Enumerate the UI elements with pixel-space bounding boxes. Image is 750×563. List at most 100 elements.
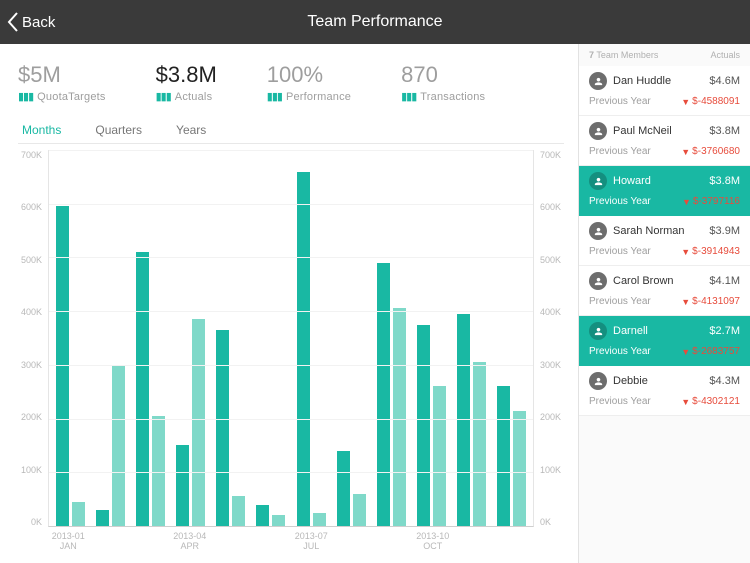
x-tick — [332, 527, 373, 551]
mini-bars-icon: ▮▮▮ — [18, 90, 33, 103]
tab-months[interactable]: Months — [22, 123, 61, 137]
member-row[interactable]: Paul McNeil$3.8MPrevious Year▼$-3760680 — [579, 116, 750, 166]
previous-year-label: Previous Year — [589, 296, 651, 307]
mini-bars-icon: ▮▮▮ — [156, 90, 171, 103]
kpi-value: $3.8M — [156, 62, 217, 88]
y-tick: 0K — [540, 517, 564, 527]
bar-group — [131, 150, 169, 526]
bar-previous[interactable] — [272, 515, 285, 526]
member-row[interactable]: Sarah Norman$3.9MPrevious Year▼$-3914943 — [579, 216, 750, 266]
bar-previous[interactable] — [232, 496, 245, 526]
gridline — [49, 365, 533, 366]
bar-actuals[interactable] — [337, 451, 350, 526]
member-value: $4.6M — [709, 75, 740, 87]
bar-group — [212, 150, 250, 526]
team-count-number: 7 — [589, 50, 594, 60]
bar-group — [172, 150, 210, 526]
bar-previous[interactable] — [433, 386, 446, 526]
tab-quarters[interactable]: Quarters — [95, 123, 142, 137]
x-tick — [89, 527, 130, 551]
sidebar-right-heading: Actuals — [710, 50, 740, 60]
y-tick: 300K — [540, 360, 564, 370]
bar-previous[interactable] — [72, 502, 85, 526]
kpi-actuals[interactable]: $3.8M ▮▮▮Actuals — [156, 62, 217, 103]
previous-year-label: Previous Year — [589, 396, 651, 407]
kpi-label: ▮▮▮QuotaTargets — [18, 90, 106, 103]
back-button[interactable]: Back — [6, 0, 55, 44]
bar-actuals[interactable] — [457, 314, 470, 526]
kpi-performance[interactable]: 100% ▮▮▮Performance — [267, 62, 351, 103]
down-triangle-icon: ▼ — [681, 97, 690, 107]
range-tabs: Months Quarters Years — [18, 121, 564, 144]
member-row[interactable]: Debbie$4.3MPrevious Year▼$-4302121 — [579, 366, 750, 416]
previous-year-label: Previous Year — [589, 346, 651, 357]
bar-previous[interactable] — [313, 513, 326, 526]
y-tick: 200K — [540, 412, 564, 422]
bar-group — [372, 150, 410, 526]
member-delta: ▼$-3797116 — [682, 196, 740, 207]
member-delta: ▼$-2683757 — [681, 346, 740, 357]
bars-container — [49, 150, 533, 526]
kpi-value: $5M — [18, 62, 106, 88]
gridline — [49, 204, 533, 205]
bar-previous[interactable] — [112, 365, 125, 526]
kpi-transactions[interactable]: 870▮▮▮Transactions — [401, 62, 485, 103]
previous-year-label: Previous Year — [589, 96, 651, 107]
kpi-label: ▮▮▮Actuals — [156, 90, 217, 103]
bar-previous[interactable] — [513, 411, 526, 526]
y-tick: 300K — [18, 360, 42, 370]
y-tick: 0K — [18, 517, 42, 527]
bar-previous[interactable] — [192, 319, 205, 526]
bar-previous[interactable] — [393, 308, 406, 526]
bar-actuals[interactable] — [96, 510, 109, 526]
previous-year-label: Previous Year — [589, 246, 651, 257]
member-value: $2.7M — [709, 325, 740, 337]
bar-previous[interactable] — [473, 362, 486, 526]
bar-group — [493, 150, 531, 526]
y-tick: 200K — [18, 412, 42, 422]
bar-group — [413, 150, 451, 526]
member-name: Carol Brown — [613, 275, 674, 287]
kpi-value: 100% — [267, 62, 351, 88]
bar-actuals[interactable] — [176, 445, 189, 526]
member-row[interactable]: Howard$3.8MPrevious Year▼$-3797116 — [579, 166, 750, 216]
gridline — [49, 257, 533, 258]
avatar-icon — [589, 272, 607, 290]
x-tick — [251, 527, 292, 551]
y-tick: 400K — [18, 307, 42, 317]
member-name: Howard — [613, 175, 651, 187]
bar-actuals[interactable] — [417, 325, 430, 526]
y-axis-left: 700K600K500K400K300K200K100K0K — [18, 150, 48, 527]
avatar-icon — [589, 122, 607, 140]
bar-actuals[interactable] — [56, 206, 69, 526]
x-tick: 2013-04 APR — [170, 527, 211, 551]
chart-area: 700K600K500K400K300K200K100K0K 700K600K5… — [18, 150, 564, 527]
bar-actuals[interactable] — [256, 505, 269, 526]
y-tick: 400K — [540, 307, 564, 317]
bar-actuals[interactable] — [216, 330, 229, 526]
bar-group — [292, 150, 330, 526]
kpi-label: ▮▮▮Performance — [267, 90, 351, 103]
kpi-quotatargets[interactable]: $5M ▮▮▮QuotaTargets — [18, 62, 106, 103]
down-triangle-icon: ▼ — [681, 347, 690, 357]
x-tick — [494, 527, 535, 551]
member-row[interactable]: Dan Huddle$4.6MPrevious Year▼$-4588091 — [579, 66, 750, 116]
bar-previous[interactable] — [353, 494, 366, 526]
tab-years[interactable]: Years — [176, 123, 206, 137]
mini-bars-icon: ▮▮▮ — [267, 90, 282, 103]
kpi-row: $5M ▮▮▮QuotaTargets $3.8M ▮▮▮Actuals 100% ▮▮▮… — [18, 58, 564, 121]
y-tick: 700K — [540, 150, 564, 160]
chart-plot — [48, 150, 534, 527]
member-row[interactable]: Darnell$2.7MPrevious Year▼$-2683757 — [579, 316, 750, 366]
gridline — [49, 419, 533, 420]
member-value: $3.8M — [709, 175, 740, 187]
bar-previous[interactable] — [152, 416, 165, 526]
member-delta: ▼$-4131097 — [681, 296, 740, 307]
member-row[interactable]: Carol Brown$4.1MPrevious Year▼$-4131097 — [579, 266, 750, 316]
avatar-icon — [589, 222, 607, 240]
bar-actuals[interactable] — [497, 386, 510, 526]
member-delta: ▼$-3760680 — [681, 146, 740, 157]
page-title: Team Performance — [307, 13, 442, 31]
bar-actuals[interactable] — [136, 252, 149, 526]
bar-actuals[interactable] — [377, 263, 390, 526]
